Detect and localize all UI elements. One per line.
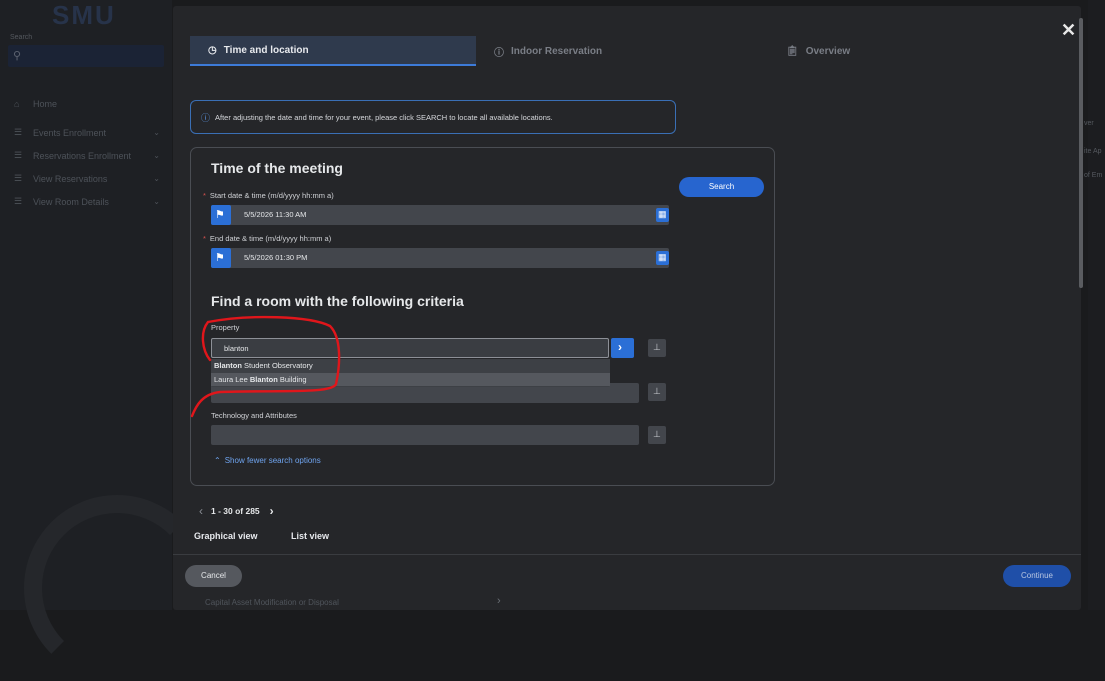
step-label: Indoor Reservation	[511, 45, 603, 57]
sidebar-item-label: Events Enrollment	[33, 127, 107, 138]
info-icon: ⓘ	[201, 112, 211, 123]
start-date-picker-button[interactable]: ▦	[656, 208, 669, 222]
property-search-button[interactable]: ›	[611, 338, 634, 358]
start-date-type-button[interactable]: ⚑	[211, 205, 231, 225]
divider	[173, 554, 1081, 555]
chevron-down-icon: ⌄	[153, 128, 160, 137]
sidebar-item-view-room-details[interactable]: ☰ View Room Details ⌄	[0, 190, 172, 213]
info-banner-text: After adjusting the date and time for yo…	[215, 112, 553, 122]
chevron-down-icon: ⌄	[153, 197, 160, 206]
list-icon: ☰	[14, 150, 23, 160]
end-date-label: * End date & time (m/d/yyyy hh:mm a)	[203, 234, 332, 243]
sidebar-item-label: Reservations Enrollment	[33, 150, 132, 161]
scrollbar[interactable]	[1079, 18, 1083, 288]
list-icon: ☰	[14, 127, 23, 137]
property-suggestions: Blanton Student Observatory Laura Lee Bl…	[211, 359, 610, 387]
calendar-flag-icon: ⚑	[215, 252, 225, 264]
criteria-title: Find a room with the following criteria	[211, 293, 464, 309]
step-overview[interactable]: 📋︎ Overview	[786, 36, 850, 66]
calendar-icon: ▦	[658, 252, 667, 262]
tab-graphical-view[interactable]: Graphical view	[194, 531, 258, 541]
list-icon: ☰	[14, 196, 23, 206]
background-text: ver	[1084, 120, 1094, 127]
list-icon: ☰	[14, 173, 23, 183]
continue-button[interactable]: Continue	[1003, 565, 1071, 587]
calendar-icon: ▦	[658, 209, 667, 219]
step-indoor-reservation[interactable]: ⓘ Indoor Reservation	[494, 36, 602, 66]
cancel-button[interactable]: Cancel	[185, 565, 242, 587]
step-label: Overview	[805, 45, 851, 57]
start-date-label: * Start date & time (m/d/yyyy hh:mm a)	[203, 191, 334, 200]
step-label: Time and location	[223, 44, 309, 56]
chevron-right-icon[interactable]: ›	[270, 504, 274, 518]
suggestion-item[interactable]: Laura Lee Blanton Building	[211, 373, 610, 386]
info-icon: ⓘ	[494, 47, 504, 59]
sidebar-item-reservations-enrollment[interactable]: ☰ Reservations Enrollment ⌄	[0, 144, 172, 167]
building-pin-button[interactable]: ⊥	[648, 383, 666, 401]
pagination: ‹ 1 - 30 of 285 ›	[199, 504, 274, 518]
meeting-title: Time of the meeting	[211, 160, 343, 176]
home-icon: ⌂	[14, 98, 20, 109]
property-label: Property	[211, 323, 240, 332]
logo: SMU	[52, 0, 116, 30]
property-input[interactable]: blanton	[211, 338, 609, 358]
chevron-left-icon[interactable]: ‹	[199, 504, 203, 518]
show-fewer-link[interactable]: ⌃ Show fewer search options	[214, 456, 321, 465]
clipboard-icon: 📋︎	[786, 45, 799, 57]
sidebar-item-view-reservations[interactable]: ☰ View Reservations ⌄	[0, 167, 172, 190]
chevron-right-icon: ›	[618, 340, 622, 354]
pin-icon: ⊥	[653, 342, 661, 352]
start-date-field[interactable]: ⚑ 5/5/2026 11:30 AM ▦	[211, 205, 669, 225]
tech-label: Technology and Attributes	[211, 411, 297, 420]
start-date-value: 5/5/2026 11:30 AM	[244, 210, 307, 219]
sidebar-item-label: View Reservations	[33, 173, 108, 184]
background-text: Capital Asset Modification or Disposal	[205, 598, 339, 607]
tab-list-view[interactable]: List view	[291, 531, 329, 541]
chevron-right-icon: ›	[497, 595, 501, 607]
end-date-picker-button[interactable]: ▦	[656, 251, 669, 265]
tech-field[interactable]	[211, 425, 639, 445]
calendar-flag-icon: ⚑	[215, 209, 225, 221]
background-right-panel	[1088, 0, 1105, 610]
info-banner: ⓘ After adjusting the date and time for …	[190, 100, 676, 134]
search-label: Search	[10, 34, 33, 41]
chevron-down-icon: ⌄	[153, 151, 160, 160]
background-sidebar: SMU Search ⚲ ⌂ Home ☰ Events Enrollment …	[0, 0, 210, 681]
end-date-field[interactable]: ⚑ 5/5/2026 01:30 PM ▦	[211, 248, 669, 268]
pagination-text: 1 - 30 of 285	[211, 506, 260, 516]
sidebar-nav: ⌂ Home ☰ Events Enrollment ⌄ ☰ Reservati…	[0, 92, 172, 213]
search-input[interactable]: ⚲	[8, 45, 164, 67]
clock-icon: ◷	[208, 44, 217, 56]
pin-icon: ⊥	[653, 429, 661, 439]
background-text: ite Ap	[1084, 148, 1102, 155]
step-time-and-location[interactable]: ◷ Time and location	[190, 36, 476, 66]
pin-icon: ⊥	[653, 386, 661, 396]
search-button[interactable]: Search	[679, 177, 764, 197]
wizard-steps: ◷ Time and location ⓘ Indoor Reservation…	[190, 36, 1070, 66]
chevron-down-icon: ⌄	[153, 174, 160, 183]
tech-pin-button[interactable]: ⊥	[648, 426, 666, 444]
end-date-value: 5/5/2026 01:30 PM	[244, 253, 308, 262]
suggestion-item[interactable]: Blanton Student Observatory	[211, 359, 610, 372]
sidebar-item-events-enrollment[interactable]: ☰ Events Enrollment ⌄	[0, 121, 172, 144]
chevron-up-icon: ⌃	[214, 456, 221, 465]
sidebar-item-label: View Room Details	[33, 196, 109, 207]
sidebar-item-label: Home	[33, 98, 58, 109]
sidebar-item-home[interactable]: ⌂ Home	[0, 92, 172, 115]
search-icon: ⚲	[13, 50, 22, 62]
end-date-type-button[interactable]: ⚑	[211, 248, 231, 268]
background-text: of Em	[1084, 172, 1103, 179]
property-pin-button[interactable]: ⊥	[648, 339, 666, 357]
